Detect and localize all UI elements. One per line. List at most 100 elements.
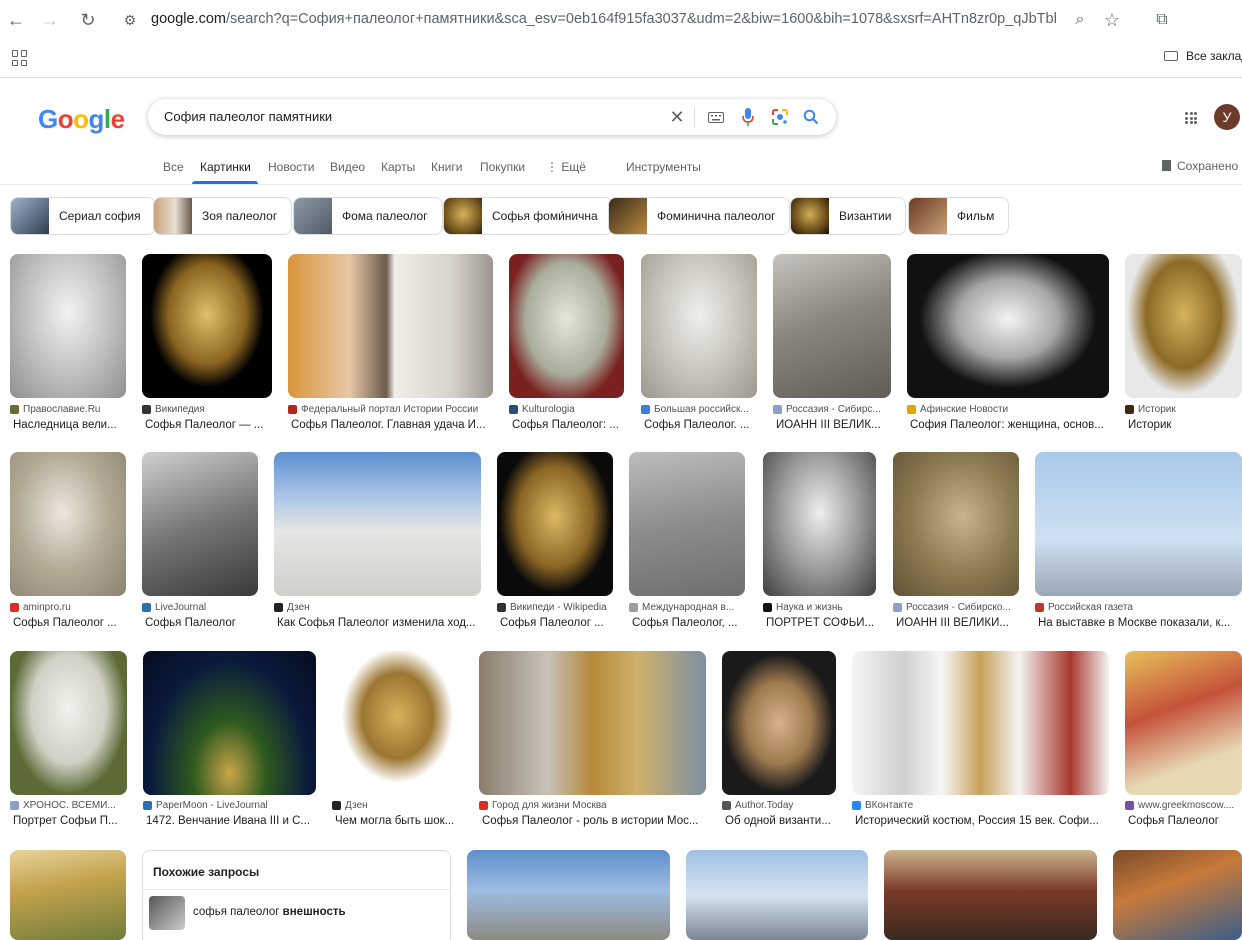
result-thumbnail[interactable] (907, 254, 1109, 398)
result-thumbnail[interactable] (10, 651, 127, 795)
bookmarks-folder[interactable]: Все заклад (1164, 49, 1242, 63)
tab-books[interactable]: Книги (431, 160, 462, 174)
result-source: Город для жизни Москва (479, 800, 706, 811)
microphone-icon[interactable] (737, 106, 759, 128)
result-thumbnail[interactable] (497, 452, 613, 596)
chip-vizantii[interactable]: Византии (790, 197, 907, 235)
result-thumbnail[interactable] (142, 254, 272, 398)
lens-camera-icon[interactable] (769, 106, 791, 128)
result-source: www.greekmoscow.... (1125, 800, 1242, 811)
tab-video[interactable]: Видео (330, 160, 365, 174)
result-thumbnail[interactable] (852, 651, 1109, 795)
result-thumbnail[interactable] (274, 452, 481, 596)
result-title[interactable]: ИОАНН III ВЕЛИК... (776, 419, 891, 431)
result-source: Дзен (332, 800, 463, 811)
tab-more[interactable]: ⋮ Ещё (546, 160, 586, 174)
result-thumbnail[interactable] (142, 452, 258, 596)
site-settings-icon[interactable]: ⚙ (118, 8, 142, 32)
result-title[interactable]: Софья Палеолог ... (13, 617, 126, 629)
chip-thumbnail (444, 198, 482, 234)
bookmark-star-icon[interactable]: ☆ (1100, 8, 1124, 32)
result-thumbnail[interactable] (10, 452, 126, 596)
chip-fominichna-paleolog[interactable]: Фоминична палеолог (608, 197, 791, 235)
result-thumbnail[interactable] (467, 850, 670, 940)
result-thumbnail[interactable] (10, 254, 126, 398)
apps-grid-icon[interactable] (12, 50, 28, 66)
result-thumbnail[interactable] (288, 254, 493, 398)
chip-foma[interactable]: Фома палеолог (293, 197, 443, 235)
result-title[interactable]: На выставке в Москве показали, к... (1038, 617, 1242, 629)
result-thumbnail[interactable] (10, 850, 126, 940)
source-name: Википеди - Wikipedia (510, 602, 607, 613)
google-apps-icon[interactable] (1185, 112, 1197, 124)
result-thumbnail[interactable] (722, 651, 836, 795)
forward-arrow-icon[interactable]: → (38, 8, 62, 32)
saved-link[interactable]: Сохранено (1162, 159, 1238, 173)
result-title[interactable]: ПОРТРЕТ СОФЬИ... (766, 617, 876, 629)
source-name: LiveJournal (155, 602, 207, 613)
result-title[interactable]: Софья Палеолог. Главная удача И... (291, 419, 493, 431)
tab-news[interactable]: Новости (268, 160, 314, 174)
result-thumbnail[interactable] (479, 651, 706, 795)
result-title[interactable]: Софья Палеолог — ... (145, 419, 272, 431)
tab-tools[interactable]: Инструменты (626, 160, 701, 174)
chip-zoya[interactable]: Зоя палеолог (153, 197, 293, 235)
result-title[interactable]: Софья Палеолог ... (500, 617, 613, 629)
result-title[interactable]: Портрет Софьи П... (13, 815, 127, 827)
result-thumbnail[interactable] (893, 452, 1019, 596)
chip-sofya-fominichna[interactable]: Софья фоми́нична (443, 197, 613, 235)
related-thumbnail (149, 896, 185, 930)
account-avatar[interactable]: У (1214, 104, 1240, 130)
zoom-icon[interactable]: ⌕ (1068, 8, 1092, 32)
result-title[interactable]: Наследница вели... (13, 419, 126, 431)
result-title[interactable]: Софья Палеолог. ... (644, 419, 757, 431)
result-title[interactable]: Об одной византи... (725, 815, 836, 827)
chip-serial[interactable]: Сериал софия (10, 197, 156, 235)
extensions-icon[interactable]: ⧉ (1150, 8, 1174, 32)
result-thumbnail[interactable] (1113, 850, 1242, 940)
result-title[interactable]: София Палеолог: женщина, основ... (910, 419, 1109, 431)
result-title[interactable]: Софья Палеолог, ... (632, 617, 745, 629)
bookmarks-bar: Все заклад (0, 40, 1242, 78)
search-icon[interactable] (800, 106, 822, 128)
result-thumbnail[interactable] (763, 452, 876, 596)
result-thumbnail[interactable] (629, 452, 745, 596)
result-title[interactable]: 1472. Венчание Ивана III и С... (146, 815, 316, 827)
result-thumbnail[interactable] (641, 254, 757, 398)
keyboard-icon[interactable] (705, 106, 727, 128)
result-thumbnail[interactable] (884, 850, 1097, 940)
clear-icon[interactable]: ✕ (666, 106, 688, 128)
result-title[interactable]: Исторический костюм, Россия 15 век. Софи… (855, 815, 1109, 827)
result-thumbnail[interactable] (143, 651, 316, 795)
result-thumbnail[interactable] (686, 850, 868, 940)
result-thumbnail[interactable] (1035, 452, 1242, 596)
reload-icon[interactable]: ↻ (76, 8, 100, 32)
result-thumbnail[interactable] (1125, 254, 1242, 398)
result-source: aminpro.ru (10, 602, 126, 613)
folder-icon (1164, 51, 1178, 61)
bookmarks-folder-label: Все заклад (1186, 49, 1242, 63)
tab-shopping[interactable]: Покупки (480, 160, 525, 174)
result-title[interactable]: Софья Палеолог: ... (512, 419, 624, 431)
search-input[interactable] (164, 109, 644, 124)
result-thumbnail[interactable] (1125, 651, 1242, 795)
result-thumbnail[interactable] (509, 254, 624, 398)
result-title[interactable]: Софья Палеолог (145, 617, 258, 629)
result-title[interactable]: Софья Палеолог - роль в истории Мос... (482, 815, 706, 827)
related-search-item[interactable]: софья палеолог внешность (143, 889, 450, 935)
tab-maps[interactable]: Карты (381, 160, 415, 174)
result-thumbnail[interactable] (773, 254, 891, 398)
tab-all[interactable]: Все (163, 160, 184, 174)
tab-images[interactable]: Картинки (200, 160, 251, 174)
result-thumbnail[interactable] (332, 651, 463, 795)
chip-film[interactable]: Фильм (908, 197, 1010, 235)
google-logo[interactable]: Google (38, 104, 125, 135)
result-title[interactable]: ИОАНН III ВЕЛИКИ... (896, 617, 1019, 629)
result-title[interactable]: Чем могла быть шок... (335, 815, 463, 827)
result-title[interactable]: Софья Палеолог (1128, 815, 1242, 827)
back-arrow-icon[interactable]: ← (4, 8, 28, 32)
result-title[interactable]: Как Софья Палеолог изменила ход... (277, 617, 481, 629)
result-title[interactable]: Историк (1128, 419, 1242, 431)
source-name: Википедия (155, 404, 205, 415)
address-bar[interactable]: google.com/search?q=София+палеолог+памят… (151, 11, 1056, 27)
